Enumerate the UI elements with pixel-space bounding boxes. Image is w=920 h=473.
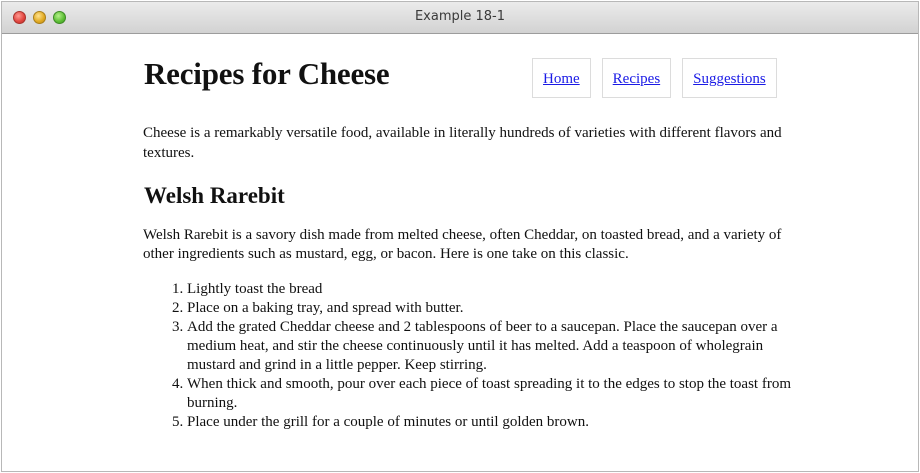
nav-link-suggestions[interactable]: Suggestions [682,58,777,98]
page-header: Recipes for Cheese Home Recipes Suggesti… [143,34,803,104]
window-title: Example 18-1 [414,9,506,24]
main-nav: Home Recipes Suggestions [532,58,777,98]
recipe-step: When thick and smooth, pour over each pi… [187,375,793,413]
window-titlebar[interactable]: Example 18-1 [2,2,918,34]
recipe-step: Add the grated Cheddar cheese and 2 tabl… [187,318,793,375]
intro-paragraph: Cheese is a remarkably versatile food, a… [143,125,782,161]
recipe-step: Place under the grill for a couple of mi… [187,413,793,432]
section-description: Welsh Rarebit is a savory dish made from… [143,227,782,262]
browser-window: Example 18-1 Recipes for Cheese Home Rec… [1,1,919,472]
page-title: Recipes for Cheese [144,56,390,91]
section-title: Welsh Rarebit [144,183,285,208]
nav-link-recipes[interactable]: Recipes [601,58,672,98]
recipe-steps: Lightly toast the bread Place on a bakin… [143,280,793,432]
recipe-step: Place on a baking tray, and spread with … [187,299,793,318]
recipe-step: Lightly toast the bread [187,280,793,299]
nav-link-home[interactable]: Home [532,58,591,98]
page-content: Recipes for Cheese Home Recipes Suggesti… [143,34,803,432]
